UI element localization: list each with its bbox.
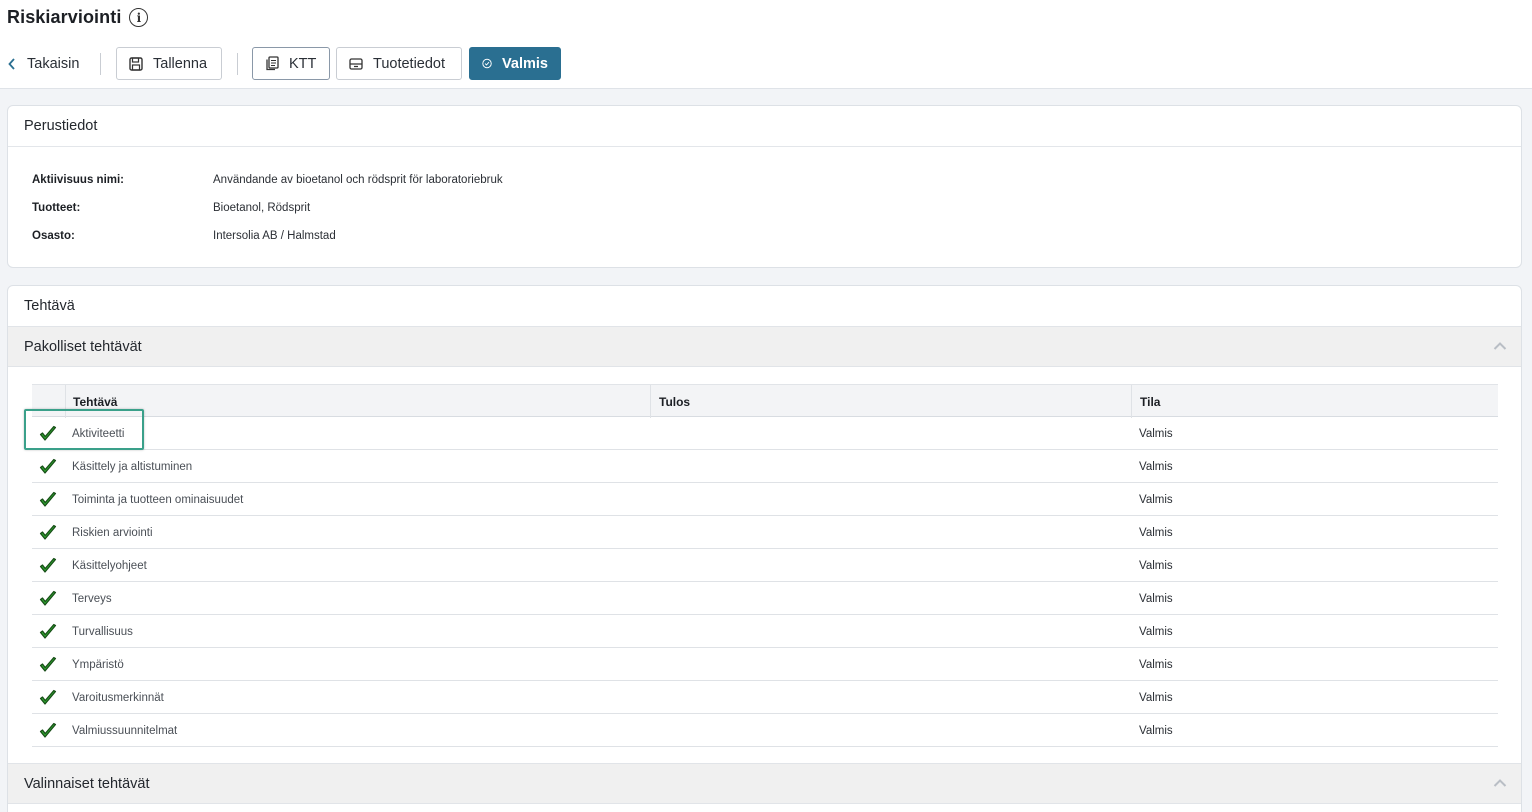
tasks-table: Tehtävä Tulos Tila Aktiviteetti Valmis Käs… (32, 384, 1498, 747)
back-button[interactable]: Takaisin (8, 47, 79, 80)
column-divider (1131, 385, 1132, 418)
column-divider (65, 385, 66, 418)
save-button[interactable]: Tallenna (116, 47, 222, 80)
save-label: Tallenna (153, 55, 208, 72)
check-icon (38, 549, 58, 582)
task-name[interactable]: Aktiviteetti (72, 417, 124, 450)
check-icon (38, 516, 58, 549)
task-name[interactable]: Turvallisuus (72, 615, 133, 648)
page-title: Riskiarviointi (7, 7, 122, 27)
field-value: Intersolia AB / Halmstad (213, 230, 336, 242)
check-icon (38, 615, 58, 648)
field-osasto: Osasto: Intersolia AB / Halmstad (32, 230, 336, 242)
toolbar-divider (237, 53, 238, 75)
field-label: Aktiivisuus nimi: (32, 174, 125, 186)
check-icon (38, 681, 58, 714)
table-header: Tehtävä Tulos Tila (32, 384, 1498, 418)
column-header-task[interactable]: Tehtävä (73, 385, 117, 418)
tehtava-card: Tehtävä Pakolliset tehtävät Tehtävä Tulo… (7, 285, 1522, 812)
mandatory-tasks-header: Pakolliset tehtävät (24, 338, 142, 355)
table-row[interactable]: Käsittelyohjeet Valmis (32, 549, 1498, 582)
task-name[interactable]: Käsittely ja altistuminen (72, 450, 192, 483)
info-icon[interactable]: i (129, 8, 149, 27)
product-box-icon (349, 57, 363, 70)
table-row[interactable]: Turvallisuus Valmis (32, 615, 1498, 648)
chevron-left-icon (8, 57, 15, 70)
optional-tasks-header: Valinnaiset tehtävät (24, 775, 150, 792)
table-row[interactable]: Käsittely ja altistuminen Valmis (32, 450, 1498, 483)
field-label: Tuotteet: (32, 202, 81, 214)
mandatory-tasks-accordion[interactable]: Pakolliset tehtävät (8, 326, 1521, 367)
field-label: Osasto: (32, 230, 75, 242)
column-header-result[interactable]: Tulos (659, 385, 690, 418)
table-row[interactable]: Riskien arviointi Valmis (32, 516, 1498, 549)
task-status: Valmis (1139, 427, 1173, 440)
table-row[interactable]: Aktiviteetti Valmis (32, 417, 1498, 450)
toolbar: Takaisin Tallenna KTT Tuotetiedot Valmis (0, 47, 1532, 81)
check-icon (38, 450, 58, 483)
table-row[interactable]: Ympäristö Valmis (32, 648, 1498, 681)
field-value: Bioetanol, Rödsprit (213, 202, 311, 214)
tuotetiedot-label: Tuotetiedot (373, 55, 446, 72)
valmis-label: Valmis (502, 55, 548, 72)
check-icon (38, 582, 58, 615)
column-divider (650, 385, 651, 418)
tuotetiedot-button[interactable]: Tuotetiedot (336, 47, 462, 80)
field-aktiivisuus: Aktiivisuus nimi: Användande av bioetano… (32, 174, 503, 186)
save-icon (129, 56, 143, 71)
task-name[interactable]: Valmiussuunnitelmat (72, 714, 177, 747)
perustiedot-card: Perustiedot Aktiivisuus nimi: Användande… (7, 105, 1522, 268)
valmis-button[interactable]: Valmis (469, 47, 561, 80)
optional-tasks-accordion[interactable]: Valinnaiset tehtävät (8, 763, 1521, 804)
documents-icon (266, 56, 279, 71)
chevron-up-icon[interactable] (1493, 341, 1507, 351)
check-icon (38, 417, 58, 450)
task-status: Valmis (1139, 592, 1173, 605)
column-header-status[interactable]: Tila (1140, 385, 1160, 418)
field-tuotteet: Tuotteet: Bioetanol, Rödsprit (32, 202, 310, 214)
task-status: Valmis (1139, 625, 1173, 638)
ktt-label: KTT (289, 55, 317, 72)
task-status: Valmis (1139, 526, 1173, 539)
check-circle-icon (482, 58, 492, 69)
task-name[interactable]: Käsittelyohjeet (72, 549, 147, 582)
table-row[interactable]: Toiminta ja tuotteen ominaisuudet Valmis (32, 483, 1498, 516)
task-status: Valmis (1139, 691, 1173, 704)
title-row: Riskiarviointi i (7, 7, 149, 28)
task-name[interactable]: Varoitusmerkinnät (72, 681, 164, 714)
check-icon (38, 483, 58, 516)
chevron-up-icon[interactable] (1493, 778, 1507, 788)
task-name[interactable]: Terveys (72, 582, 112, 615)
task-status: Valmis (1139, 493, 1173, 506)
task-status: Valmis (1139, 460, 1173, 473)
task-name[interactable]: Toiminta ja tuotteen ominaisuudet (72, 483, 243, 516)
page-header: Riskiarviointi i Takaisin Tallenna KTT T… (0, 0, 1532, 89)
table-row[interactable]: Valmiussuunnitelmat Valmis (32, 714, 1498, 747)
table-row[interactable]: Varoitusmerkinnät Valmis (32, 681, 1498, 714)
back-label: Takaisin (27, 55, 80, 72)
toolbar-divider (100, 53, 101, 75)
table-body: Aktiviteetti Valmis Käsittely ja altistumi… (32, 417, 1498, 747)
field-value: Användande av bioetanol och rödsprit för… (213, 174, 503, 186)
check-icon (38, 648, 58, 681)
check-icon (38, 714, 58, 747)
perustiedot-header: Perustiedot (8, 106, 1521, 147)
task-name[interactable]: Riskien arviointi (72, 516, 153, 549)
task-status: Valmis (1139, 658, 1173, 671)
table-row[interactable]: Terveys Valmis (32, 582, 1498, 615)
tehtava-title: Tehtävä (24, 298, 75, 314)
task-name[interactable]: Ympäristö (72, 648, 124, 681)
task-status: Valmis (1139, 724, 1173, 737)
ktt-button[interactable]: KTT (252, 47, 330, 80)
task-status: Valmis (1139, 559, 1173, 572)
